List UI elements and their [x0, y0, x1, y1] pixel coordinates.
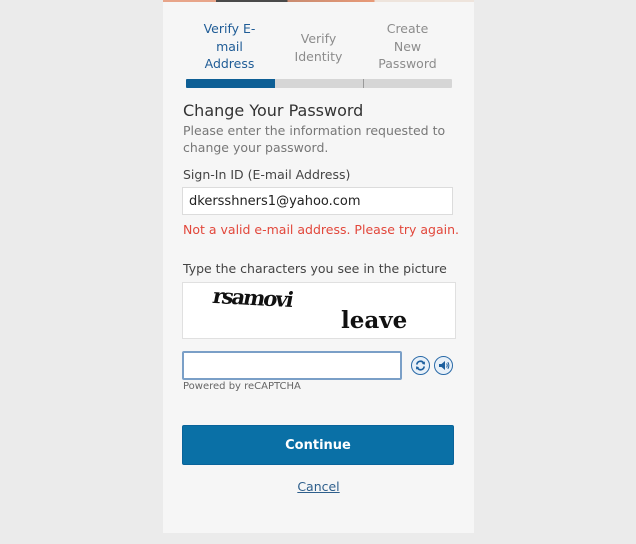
captcha-reload-button[interactable] — [411, 356, 430, 375]
page-subtitle: Please enter the information requested t… — [183, 123, 446, 155]
cancel-link[interactable]: Cancel — [163, 479, 474, 494]
step-label-line: Verify — [300, 31, 337, 46]
step-verify-email: Verify E- mail Address — [185, 20, 274, 73]
header-image-strip — [163, 0, 474, 2]
step-create-password: Create New Password — [363, 20, 452, 73]
refresh-icon — [416, 360, 425, 371]
step-label-line: Address — [204, 56, 255, 71]
step-label-line: Verify E- — [203, 21, 256, 36]
email-label: Sign-In ID (E-mail Address) — [183, 167, 351, 182]
progress-fill — [186, 79, 275, 88]
captcha-audio-button[interactable] — [434, 356, 453, 375]
step-verify-identity: Verify Identity — [274, 30, 363, 65]
captcha-input[interactable] — [182, 351, 402, 380]
speaker-icon — [438, 361, 449, 370]
page-title: Change Your Password — [183, 101, 364, 120]
recaptcha-attribution: Powered by reCAPTCHA — [183, 381, 301, 392]
email-error-message: Not a valid e-mail address. Please try a… — [183, 222, 460, 237]
progress-bar — [186, 79, 452, 88]
captcha-label: Type the characters you see in the pictu… — [183, 261, 447, 276]
step-indicator: Verify E- mail Address Verify Identity C… — [185, 20, 452, 73]
step-label-line: New — [393, 38, 422, 54]
captcha-word: leave — [341, 307, 408, 334]
email-field[interactable] — [182, 187, 453, 215]
step-label-line: Identity — [294, 48, 343, 64]
step-label-line: Create — [386, 21, 429, 36]
step-label-line: Password — [378, 56, 437, 71]
password-reset-panel: Verify E- mail Address Verify Identity C… — [163, 0, 474, 533]
captcha-image: rsamovi leave — [182, 282, 456, 339]
captcha-word: rsamovi — [210, 283, 295, 312]
continue-button[interactable]: Continue — [182, 425, 454, 465]
step-label-line: mail — [216, 38, 243, 54]
progress-divider — [363, 79, 364, 88]
